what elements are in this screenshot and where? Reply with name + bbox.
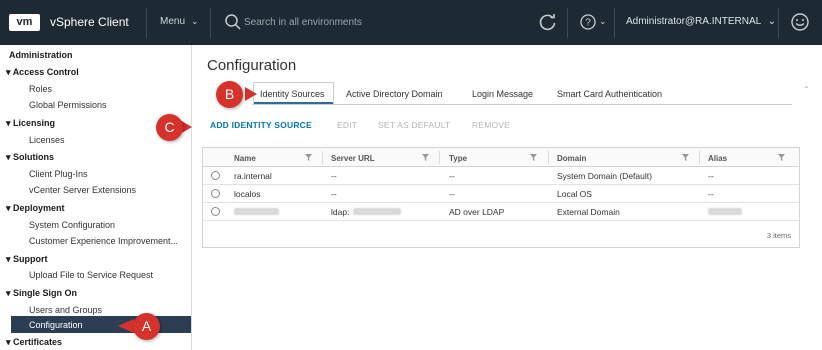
page-title: Configuration (207, 57, 297, 74)
sidebar-item-licenses[interactable]: Licenses (29, 135, 65, 145)
sidebar-item-client-plugins[interactable]: Client Plug-Ins (29, 169, 88, 179)
search-icon (225, 14, 241, 30)
chevron-down-icon: ⌄ (767, 16, 776, 27)
filter-icon[interactable] (530, 154, 537, 161)
cell-domain: Local OS (557, 189, 592, 199)
table-row[interactable]: ldap: AD over LDAP External Domain (203, 203, 799, 221)
divider (778, 8, 779, 38)
top-bar: vm vSphere Client Menu ⌄ ? ⌄ Administrato… (0, 0, 822, 45)
scroll-up-icon[interactable]: ⌃ (803, 85, 810, 94)
cell-server-url: ldap: (331, 207, 350, 217)
row-select-radio[interactable] (211, 171, 220, 180)
remove-button[interactable]: REMOVE (472, 120, 510, 130)
sidebar-group-certificates[interactable]: ▾ Certificates (6, 337, 62, 348)
table-row[interactable]: localos -- -- Local OS -- (203, 185, 799, 203)
tab-smart-card-authentication[interactable]: Smart Card Authentication (557, 89, 662, 99)
callout-b-arrow (245, 87, 257, 101)
column-header-alias[interactable]: Alias (708, 154, 727, 163)
chevron-down-icon: ⌄ (191, 16, 199, 26)
cell-alias: -- (708, 171, 714, 181)
row-select-radio[interactable] (211, 207, 220, 216)
active-tab-indicator (254, 102, 333, 104)
cell-name: localos (234, 189, 261, 199)
cell-domain: System Domain (Default) (557, 171, 652, 181)
column-divider (439, 151, 440, 164)
sidebar-group-solutions[interactable]: ▾ Solutions (6, 152, 54, 163)
sidebar-item-global-permissions[interactable]: Global Permissions (29, 100, 107, 110)
menu-label: Menu (160, 16, 186, 27)
set-as-default-button[interactable]: SET AS DEFAULT (378, 120, 450, 130)
svg-text:?: ? (585, 18, 591, 29)
column-divider (548, 151, 549, 164)
tab-identity-sources[interactable]: Identity Sources (260, 89, 325, 99)
column-divider (322, 151, 323, 164)
redacted-name (234, 208, 279, 215)
help-icon[interactable]: ? (579, 13, 597, 31)
redacted-alias (708, 208, 742, 215)
sidebar-group-licensing[interactable]: ▾ Licensing (6, 118, 55, 129)
cell-type: AD over LDAP (449, 207, 505, 217)
sidebar-item-upload-file[interactable]: Upload File to Service Request (29, 270, 153, 280)
sidebar-title: Administration (9, 50, 73, 60)
sidebar: Administration ▾ Access Control Roles Gl… (0, 45, 192, 350)
cell-type: -- (449, 171, 455, 181)
main-content: Configuration Identity Sources Active Di… (192, 45, 822, 350)
sidebar-item-system-configuration[interactable]: System Configuration (29, 220, 115, 230)
cell-server-url: -- (331, 189, 337, 199)
edit-button[interactable]: EDIT (337, 120, 357, 130)
filter-icon[interactable] (422, 154, 429, 161)
refresh-icon[interactable] (538, 12, 558, 32)
smiley-feedback-icon[interactable] (790, 12, 810, 32)
sidebar-item-roles[interactable]: Roles (29, 84, 52, 94)
cell-name: ra.internal (234, 171, 272, 181)
sidebar-group-single-sign-on[interactable]: ▾ Single Sign On (6, 288, 77, 299)
cell-domain: External Domain (557, 207, 620, 217)
divider (614, 8, 615, 38)
sidebar-group-support[interactable]: ▾ Support (6, 254, 48, 265)
search-input[interactable] (244, 13, 524, 31)
filter-icon[interactable] (778, 154, 785, 161)
user-label: Administrator@RA.INTERNAL (626, 16, 761, 27)
filter-icon[interactable] (305, 154, 312, 161)
tab-login-message[interactable]: Login Message (472, 89, 533, 99)
cell-type: -- (449, 189, 455, 199)
identity-sources-table: Name Server URL Type Domain Alias ra.int… (202, 147, 800, 248)
row-select-radio[interactable] (211, 189, 220, 198)
sidebar-group-deployment[interactable]: ▾ Deployment (6, 203, 65, 214)
column-header-server-url[interactable]: Server URL (331, 154, 375, 163)
tabs-divider (252, 104, 792, 105)
divider (567, 8, 568, 38)
divider (146, 8, 147, 38)
callout-b: B (216, 81, 243, 108)
table-row[interactable]: ra.internal -- -- System Domain (Default… (203, 167, 799, 185)
table-header: Name Server URL Type Domain Alias (203, 148, 799, 167)
callout-c: C (156, 114, 183, 141)
app-title[interactable]: vSphere Client (50, 15, 129, 29)
item-count: 3 items (766, 231, 791, 240)
filter-icon[interactable] (682, 154, 689, 161)
sidebar-item-vcenter-extensions[interactable]: vCenter Server Extensions (29, 185, 136, 195)
menu-button[interactable]: Menu ⌄ (160, 16, 199, 27)
sidebar-item-configuration-label[interactable]: Configuration (29, 320, 83, 330)
column-divider (699, 151, 700, 164)
sidebar-item-users-and-groups[interactable]: Users and Groups (29, 305, 102, 315)
sidebar-group-access-control[interactable]: ▾ Access Control (6, 67, 79, 78)
column-header-domain[interactable]: Domain (557, 154, 586, 163)
cell-server-url: -- (331, 171, 337, 181)
add-identity-source-button[interactable]: ADD IDENTITY SOURCE (210, 120, 312, 130)
tab-active-directory-domain[interactable]: Active Directory Domain (346, 89, 443, 99)
column-header-name[interactable]: Name (234, 154, 256, 163)
callout-a: A (133, 313, 160, 340)
cell-alias: -- (708, 189, 714, 199)
sidebar-item-customer-experience[interactable]: Customer Experience Improvement... (29, 236, 178, 246)
redacted-server-url (353, 208, 401, 215)
chevron-down-icon[interactable]: ⌄ (599, 16, 607, 27)
callout-a-arrow (118, 319, 134, 333)
divider (210, 8, 211, 38)
vmware-logo[interactable]: vm (9, 14, 40, 31)
column-header-type[interactable]: Type (449, 154, 467, 163)
user-menu[interactable]: Administrator@RA.INTERNAL ⌄ (626, 16, 776, 27)
